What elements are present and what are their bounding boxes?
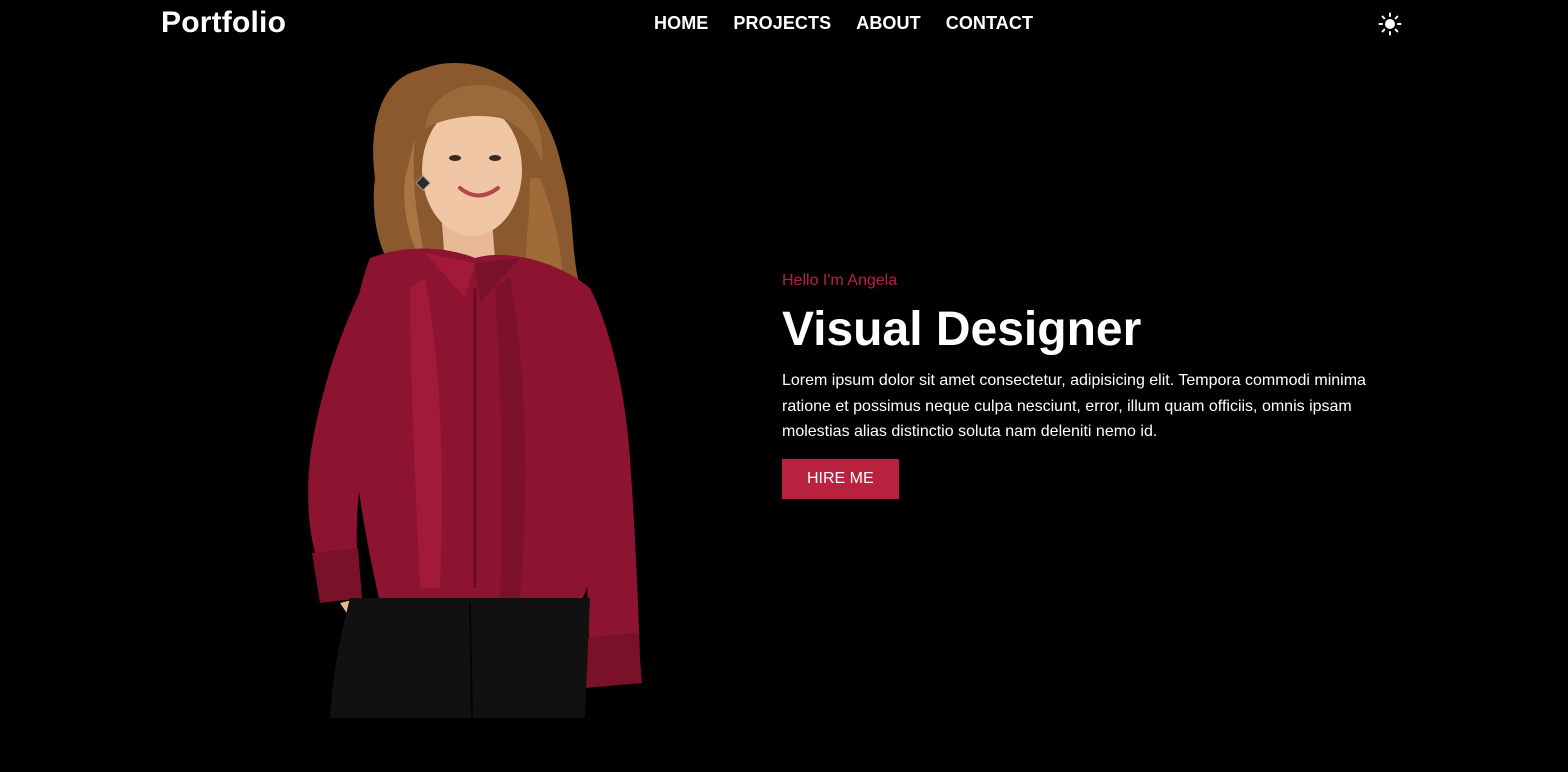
nav-about[interactable]: ABOUT (856, 13, 921, 34)
hero-description: Lorem ipsum dolor sit amet consectetur, … (782, 372, 1366, 440)
theme-toggle-button[interactable] (1378, 12, 1402, 36)
nav-home[interactable]: HOME (654, 13, 708, 34)
nav-projects[interactable]: PROJECTS (733, 13, 831, 34)
site-logo[interactable]: Portfolio (161, 6, 286, 40)
sun-icon (1378, 12, 1402, 36)
portfolio-page: Portfolio HOME PROJECTS ABOUT CONTACT He… (0, 0, 1568, 772)
main-nav: HOME PROJECTS ABOUT CONTACT (654, 13, 1033, 34)
nav-contact[interactable]: CONTACT (946, 13, 1033, 34)
hero-title: Visual Designer (782, 303, 1142, 356)
hero-greeting: Hello I'm Angela (782, 272, 898, 289)
hire-me-button[interactable]: HIRE ME (782, 458, 899, 499)
portrait-photo (308, 63, 642, 718)
hero-content: Hello I'm Angela Visual Designer Lorem i… (782, 270, 1412, 499)
